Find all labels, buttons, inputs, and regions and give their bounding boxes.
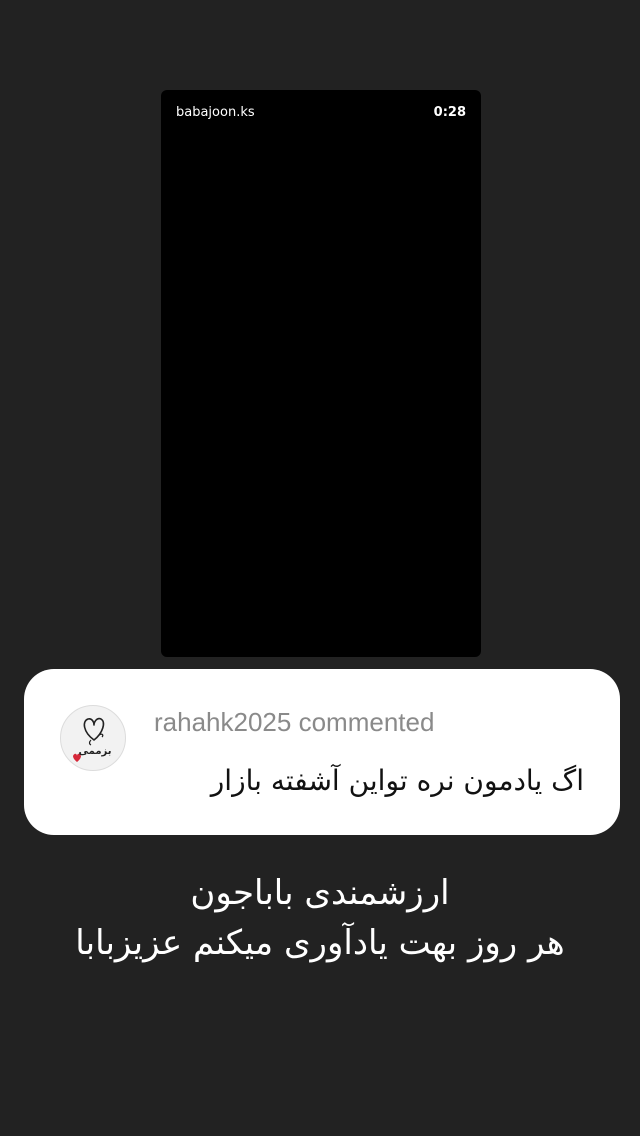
story-caption-line-2: هر روز بهت یادآوری میکنم عزیزبابا: [75, 923, 565, 963]
comment-text: اگ یادمون نره تواین آشفته بازار: [210, 764, 584, 797]
video-username[interactable]: babajoon.ks: [176, 104, 255, 122]
comment-action: commented: [298, 707, 435, 737]
story-caption-line-1: ارزشمندی باباجون: [190, 873, 450, 913]
comment-card[interactable]: بزممی rahahk2025 commented اگ یادمون نره…: [24, 669, 620, 835]
avatar-caption: بزممی: [78, 746, 112, 757]
video-preview[interactable]: babajoon.ks 0:28: [161, 90, 481, 657]
heart-sketch-icon: [73, 717, 105, 762]
comment-author[interactable]: rahahk2025: [154, 707, 291, 737]
video-duration: 0:28: [433, 105, 466, 120]
comment-header: rahahk2025 commented: [154, 705, 434, 739]
commenter-avatar[interactable]: بزممی: [60, 705, 126, 771]
